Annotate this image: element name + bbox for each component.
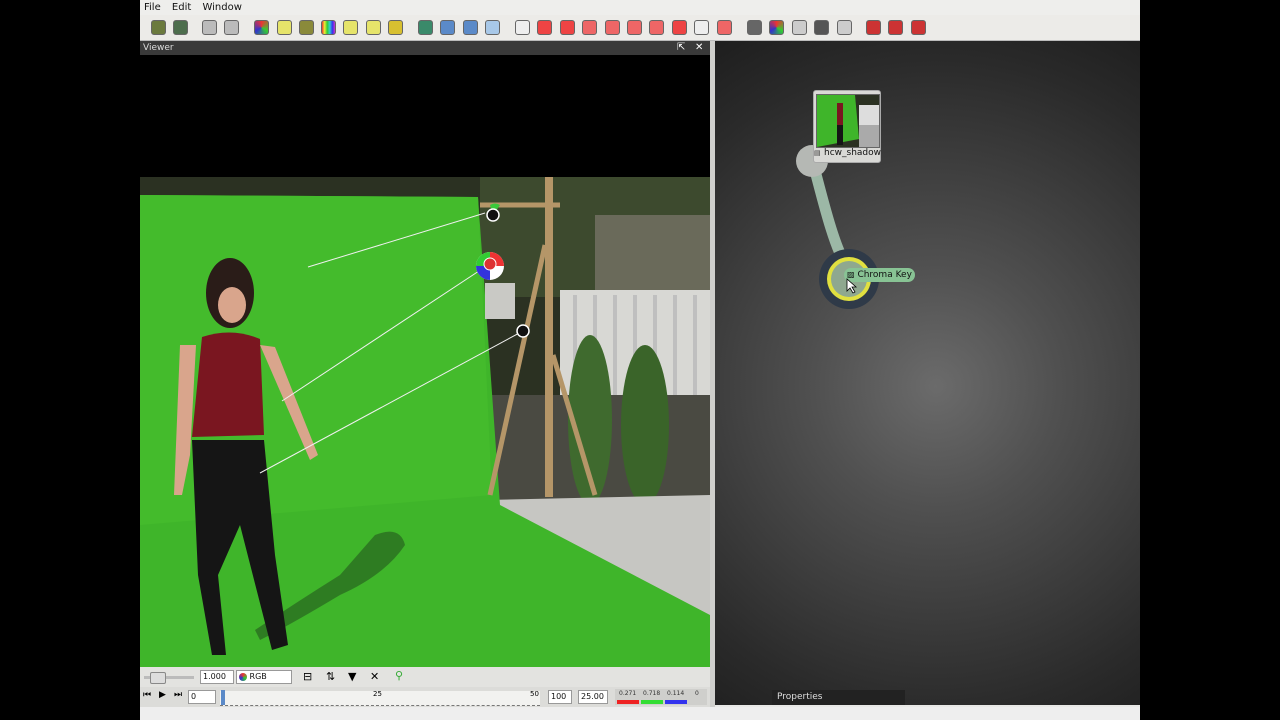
timeline-bar: ⏮ ▶ ⏭ 0 25 50 100 25.00 0.271 0.718 0.11… bbox=[140, 687, 710, 707]
toolbar bbox=[140, 15, 1140, 41]
viewer-title-text: Viewer bbox=[143, 43, 174, 53]
zoom-input[interactable]: 1.000 bbox=[200, 670, 234, 684]
transform-move-icon[interactable] bbox=[515, 20, 530, 35]
brightness-icon[interactable] bbox=[277, 20, 292, 35]
node-connections bbox=[796, 145, 879, 309]
viewer-image bbox=[140, 55, 710, 667]
filter-search-icon[interactable] bbox=[485, 20, 500, 35]
channel-select[interactable]: RGB bbox=[236, 670, 292, 684]
menu-file[interactable]: File bbox=[140, 0, 165, 15]
contrast-icon[interactable] bbox=[299, 20, 314, 35]
tool-clip-icon[interactable] bbox=[202, 20, 217, 35]
chroma-key-node-label: Chroma Key bbox=[857, 270, 912, 280]
z-depth-icon[interactable] bbox=[388, 20, 403, 35]
menu-bar: File Edit Window bbox=[140, 0, 1140, 15]
go-end-icon[interactable]: ⏭ bbox=[174, 690, 182, 700]
app-window: File Edit Window Viewer ⇱ ✕ 1.000 RGB ⊟ … bbox=[140, 0, 1140, 720]
transform-delete-icon[interactable] bbox=[560, 20, 575, 35]
split-view-icon[interactable]: ⇅ bbox=[326, 670, 335, 683]
readout-green: 0.718 bbox=[643, 690, 661, 697]
menu-window[interactable]: Window bbox=[198, 0, 245, 15]
frame-input[interactable]: 0 bbox=[188, 690, 216, 704]
readout-red: 0.271 bbox=[619, 690, 637, 697]
transform-split-icon[interactable] bbox=[717, 20, 732, 35]
end-frame-input[interactable]: 100 bbox=[548, 690, 572, 704]
tool-merge-icon[interactable] bbox=[173, 20, 188, 35]
readout-alpha: 0 bbox=[695, 690, 699, 697]
crosshair-icon[interactable]: ✕ bbox=[370, 670, 379, 683]
properties-tab[interactable]: Properties bbox=[772, 690, 905, 705]
ruler-label-50: 50 bbox=[530, 690, 539, 698]
viewer-canvas[interactable] bbox=[140, 55, 710, 667]
fps-input[interactable]: 25.00 bbox=[578, 690, 608, 704]
tool-film-icon[interactable] bbox=[224, 20, 239, 35]
transform-rotate-icon[interactable] bbox=[582, 20, 597, 35]
node-type-icon: ▤ bbox=[814, 149, 821, 157]
menu-edit[interactable]: Edit bbox=[168, 0, 195, 15]
viewer-controls: 1.000 RGB ⊟ ⇅ ▼ ✕ ⚲ bbox=[140, 667, 710, 687]
key-diff-icon[interactable] bbox=[837, 20, 852, 35]
mouse-cursor-icon bbox=[846, 278, 858, 294]
source-node-label: hcw_shadow bbox=[824, 148, 882, 158]
key-luma-icon[interactable] bbox=[814, 20, 829, 35]
source-node[interactable]: ▤ hcw_shadow bbox=[813, 90, 881, 163]
tool-load-icon[interactable] bbox=[151, 20, 166, 35]
output-file-icon[interactable] bbox=[888, 20, 903, 35]
transform-close-icon[interactable] bbox=[694, 20, 709, 35]
filter-blur-icon[interactable] bbox=[418, 20, 433, 35]
play-icon[interactable]: ▶ bbox=[159, 690, 166, 700]
transform-flip-icon[interactable] bbox=[605, 20, 620, 35]
node-thumbnail bbox=[816, 94, 880, 148]
node-graph[interactable]: ▤ hcw_shadow ▨ Chroma Key bbox=[715, 41, 1140, 705]
filter-glow-icon[interactable] bbox=[463, 20, 478, 35]
key-color-icon[interactable] bbox=[769, 20, 784, 35]
viewer-panel-title: Viewer ⇱ ✕ bbox=[140, 41, 710, 55]
readout-blue: 0.114 bbox=[667, 690, 685, 697]
status-bar bbox=[140, 707, 1140, 720]
transform-box-icon[interactable] bbox=[672, 20, 687, 35]
fit-view-icon[interactable]: ⊟ bbox=[303, 670, 312, 683]
transform-stack-icon[interactable] bbox=[627, 20, 642, 35]
filter-sharpen-icon[interactable] bbox=[440, 20, 455, 35]
ruler-label-25: 25 bbox=[373, 690, 382, 698]
pixel-readout: 0.271 0.718 0.114 0 bbox=[615, 689, 707, 705]
close-icon[interactable]: ✕ bbox=[695, 41, 703, 55]
color-wheel-icon[interactable] bbox=[254, 20, 269, 35]
overlay-icon[interactable]: ▼ bbox=[348, 670, 356, 683]
rgb-curves-icon[interactable] bbox=[321, 20, 336, 35]
channel-select-value: RGB bbox=[249, 672, 267, 681]
color-wheel-icon bbox=[239, 672, 247, 681]
output-viewer-icon[interactable] bbox=[911, 20, 926, 35]
transform-crop-icon[interactable] bbox=[537, 20, 552, 35]
zoom-slider-handle[interactable] bbox=[150, 672, 166, 684]
timeline-playhead[interactable] bbox=[221, 690, 225, 705]
key-film-icon[interactable] bbox=[747, 20, 762, 35]
gamma-icon[interactable] bbox=[343, 20, 358, 35]
transform-warp-icon[interactable] bbox=[649, 20, 664, 35]
key-camera-icon[interactable] bbox=[792, 20, 807, 35]
color-picker-icon[interactable]: ⚲ bbox=[395, 669, 403, 682]
maximize-icon[interactable]: ⇱ bbox=[677, 41, 685, 55]
go-start-icon[interactable]: ⏮ bbox=[143, 690, 151, 700]
levels-icon[interactable] bbox=[366, 20, 381, 35]
output-render-icon[interactable] bbox=[866, 20, 881, 35]
